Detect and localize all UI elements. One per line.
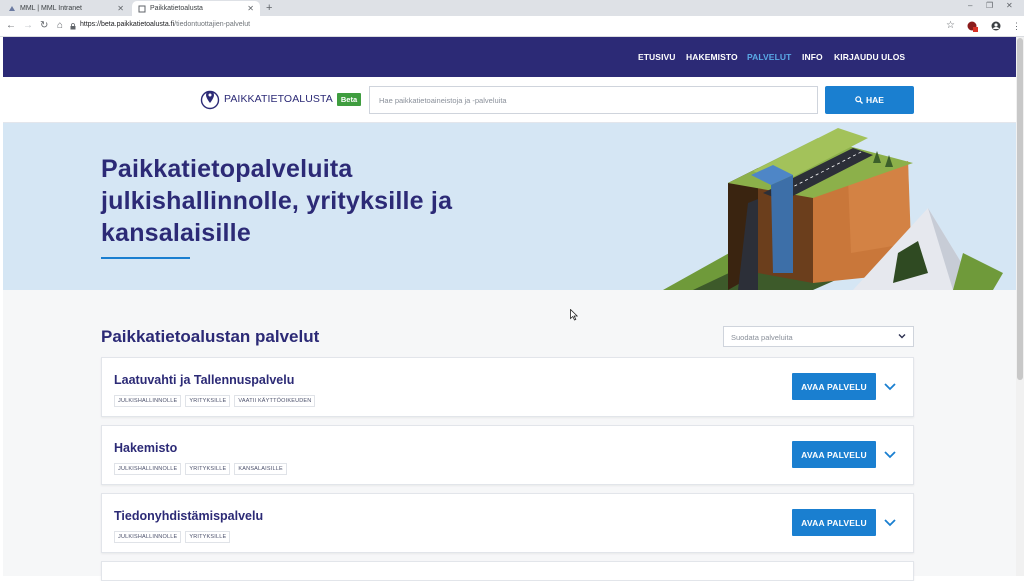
service-title: Laatuvahti ja Tallennuspalvelu [114,373,295,387]
extension-icon[interactable] [967,21,978,32]
filter-placeholder: Suodata palveluita [731,333,793,342]
close-icon[interactable]: ✕ [117,4,124,13]
scrollbar-thumb[interactable] [1017,38,1023,380]
search-icon [855,96,863,104]
chevron-down-icon [898,334,906,339]
chevron-down-icon[interactable] [882,378,898,394]
service-title: Tiedonyhdistämispalvelu [114,509,264,523]
audience-tag: KANSALAISILLE [234,463,287,475]
audience-tag: JULKISHALLINNOLLE [114,463,182,475]
service-card: Hakemisto JULKISHALLINNOLLE YRITYKSILLE … [101,425,914,485]
site-logo[interactable]: PAIKKATIETOALUSTA Beta [200,88,362,110]
nav-item-etusivu[interactable]: ETUSIVU [638,52,676,62]
mouse-cursor-icon [570,309,578,321]
service-tags: JULKISHALLINNOLLE YRITYKSILLE VAATII KÄY… [114,395,319,407]
close-icon[interactable]: ✕ [247,4,254,13]
hero-title-line: Paikkatietopalveluita [101,155,353,183]
tab-title: Paikkatietoalusta [150,5,203,12]
beta-badge: Beta [336,92,362,106]
forward-arrow-icon[interactable]: → [23,20,33,32]
chevron-down-icon[interactable] [882,514,898,530]
search-button[interactable]: HAE [825,86,914,114]
logo-text: PAIKKATIETOALUSTA [224,93,333,105]
hero-banner: Paikkatietopalveluita julkishallinnolle,… [3,123,1016,290]
profile-icon[interactable] [991,21,1001,31]
search-button-label: HAE [866,95,884,105]
open-service-button[interactable]: AVAA PALVELU [792,509,876,536]
nav-item-hakemisto[interactable]: HAKEMISTO [686,52,738,62]
open-service-button[interactable]: AVAA PALVELU [792,441,876,468]
url-host: https://beta.paikkatietoalusta.fi [80,21,175,28]
address-bar: ← → ↻ ⌂ https://beta.paikkatietoalusta.f… [0,16,1024,37]
audience-tag: JULKISHALLINNOLLE [114,531,182,543]
hero-underline [101,257,190,259]
audience-tag: YRITYKSILLE [185,531,231,543]
main-navigation: ETUSIVU HAKEMISTO PALVELUT INFO KIRJAUDU… [3,37,1016,77]
menu-kebab-icon[interactable]: ⋮ [1012,20,1021,32]
new-tab-button[interactable]: + [266,2,272,14]
service-tags: JULKISHALLINNOLLE YRITYKSILLE [114,531,234,543]
mml-favicon-icon [9,5,15,11]
hero-title: Paikkatietopalveluita julkishallinnolle,… [101,153,491,249]
nav-item-info[interactable]: INFO [802,52,823,62]
home-icon[interactable]: ⌂ [57,20,63,32]
browser-tab-mml-intranet[interactable]: MML | MML Intranet ✕ [2,1,130,16]
service-card: Tiedonyhdistämispalvelu JULKISHALLINNOLL… [101,493,914,553]
tab-title: MML | MML Intranet [20,5,82,12]
bookmark-star-icon[interactable]: ☆ [946,20,955,32]
hero-title-line: kansalaisille [101,219,251,247]
lock-icon [70,23,76,30]
browser-tab-strip: MML | MML Intranet ✕ Paikkatietoalusta ✕… [0,0,1024,16]
reload-icon[interactable]: ↻ [40,20,48,32]
nav-item-kirjaudu-ulos[interactable]: KIRJAUDU ULOS [834,52,905,62]
url-path: /tiedontuottajien-palvelut [174,21,251,28]
audience-tag: VAATII KÄYTTÖOIKEUDEN [234,395,316,407]
filter-select[interactable]: Suodata palveluita [723,326,914,347]
open-service-button[interactable]: AVAA PALVELU [792,373,876,400]
url-field[interactable]: https://beta.paikkatietoalusta.fi/tiedon… [80,21,250,28]
service-card-partial [101,561,914,581]
map-pin-logo-icon [200,90,220,110]
section-title: Paikkatietoalustan palvelut [101,327,320,346]
service-tags: JULKISHALLINNOLLE YRITYKSILLE KANSALAISI… [114,463,291,475]
site-header: PAIKKATIETOALUSTA Beta Hae paikkatietoai… [3,77,1016,123]
back-arrow-icon[interactable]: ← [6,20,16,32]
close-window-icon[interactable]: ✕ [1006,1,1013,10]
chevron-down-icon[interactable] [882,446,898,462]
hero-title-line: julkishallinnolle, yrityksille ja [101,187,453,215]
isometric-landscape-illustration [663,128,1003,290]
audience-tag: JULKISHALLINNOLLE [114,395,182,407]
restore-icon[interactable]: ❐ [986,1,993,10]
page-favicon-icon [138,5,146,12]
service-card: Laatuvahti ja Tallennuspalvelu JULKISHAL… [101,357,914,417]
services-section: Paikkatietoalustan palvelut Suodata palv… [3,290,1016,581]
nav-item-palvelut[interactable]: PALVELUT [747,52,791,62]
minimize-icon[interactable]: – [968,1,972,10]
audience-tag: YRITYKSILLE [185,463,231,475]
audience-tag: YRITYKSILLE [185,395,231,407]
service-title: Hakemisto [114,441,178,455]
browser-tab-paikkatietoalusta[interactable]: Paikkatietoalusta ✕ [132,1,260,16]
search-input[interactable]: Hae paikkatietoaineistoja ja -palveluita [369,86,818,114]
